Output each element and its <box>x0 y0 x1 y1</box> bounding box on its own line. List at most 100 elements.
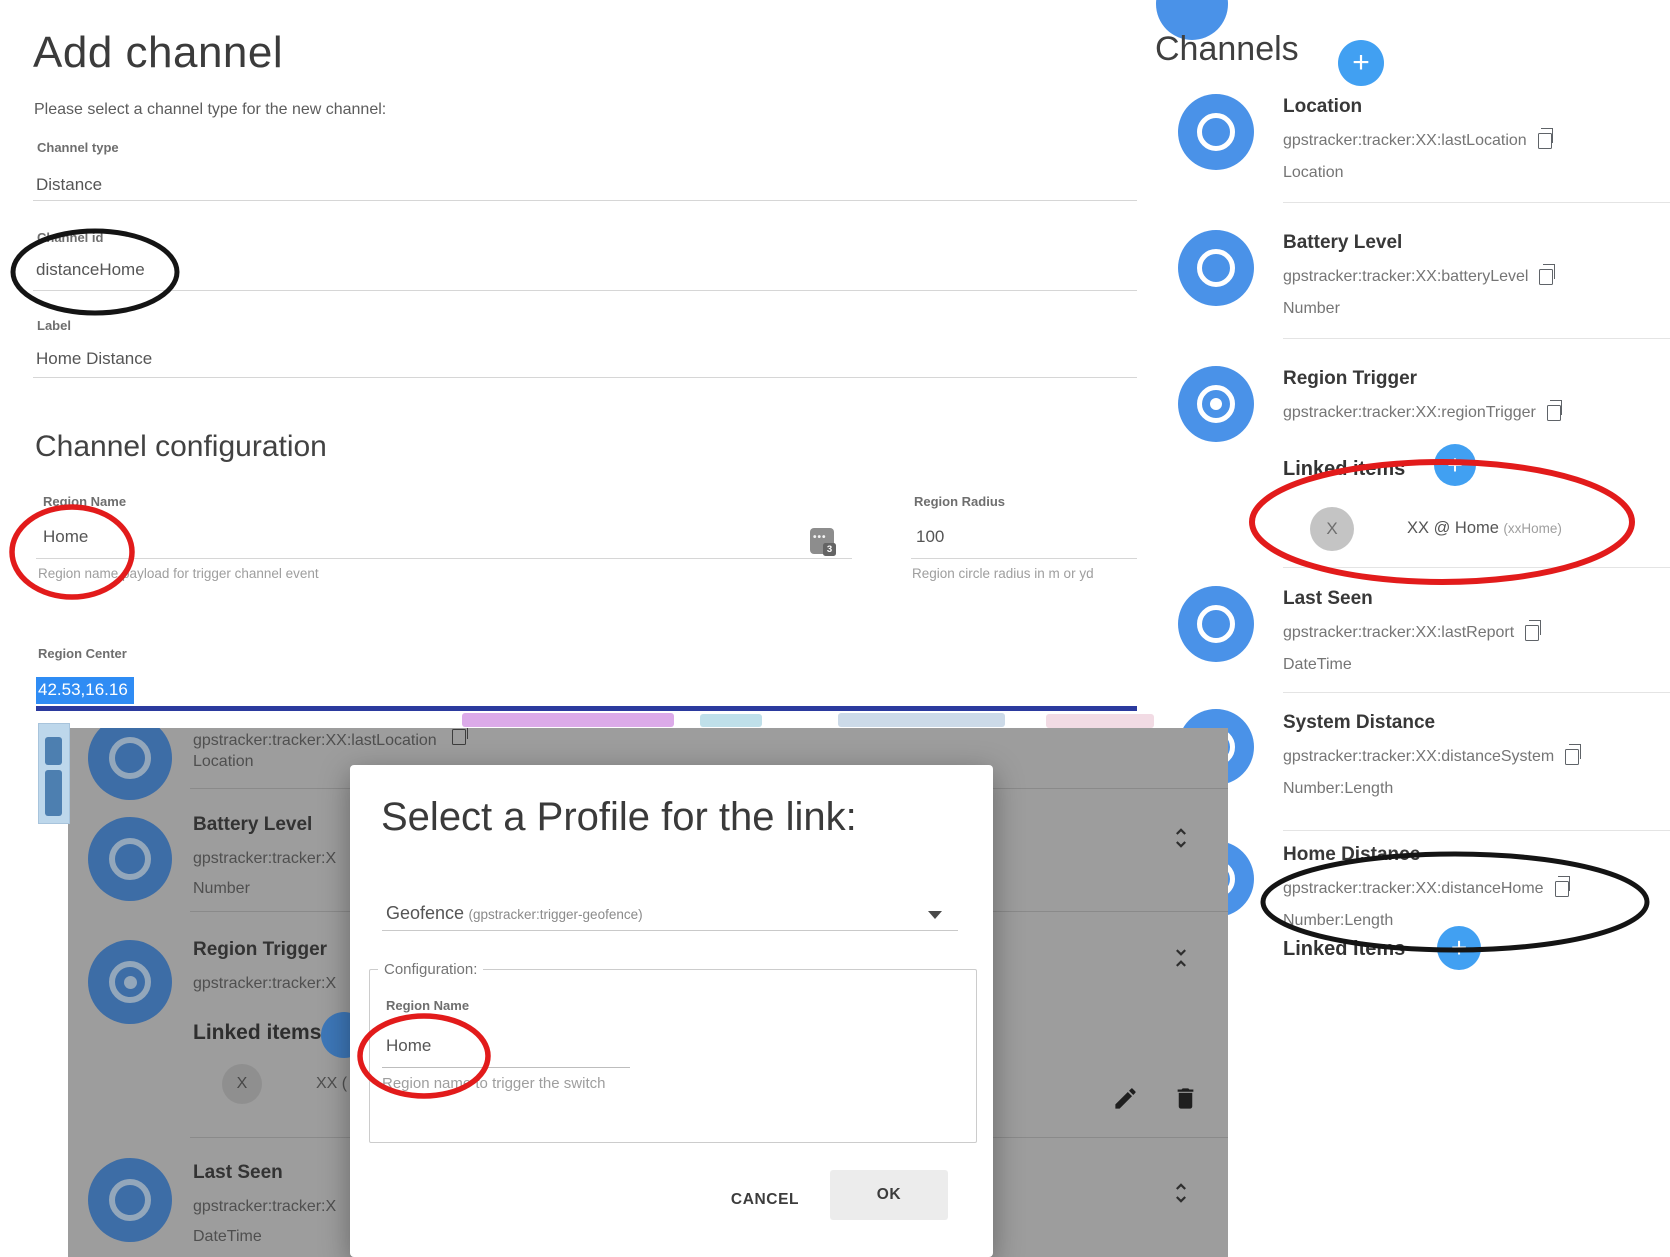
profile-select-detail: (gpstracker:trigger-geofence) <box>469 907 643 922</box>
last-seen-channel-icon <box>1178 586 1254 662</box>
region-radius-input[interactable]: 100 <box>916 527 944 547</box>
map-water-smudge <box>700 714 762 727</box>
channel-uid-text: gpstracker:tracker:XX:lastReport <box>1283 624 1514 642</box>
channel-type-underline <box>33 200 1137 201</box>
channel-title-dim: Region Trigger <box>193 939 327 961</box>
copy-icon[interactable] <box>1565 749 1579 765</box>
map-label-smudge <box>462 713 674 727</box>
linked-item-avatar-dim: X <box>222 1064 262 1104</box>
channel-title: Battery Level <box>1283 232 1402 254</box>
linked-item-label-dim: XX ( <box>316 1075 347 1093</box>
copy-icon[interactable] <box>1555 881 1569 897</box>
channel-uid-text: gpstracker:tracker:XX:batteryLevel <box>1283 268 1528 286</box>
linked-items-heading: Linked items <box>1283 458 1405 481</box>
channel-type-text-dim: Number <box>193 880 250 898</box>
region-name-helper: Region name payload for trigger channel … <box>38 566 319 581</box>
channel-title: Home Distance <box>1283 844 1420 866</box>
region-center-input[interactable]: 42.53,16.16 <box>36 677 134 704</box>
sidebar-title: Channels <box>1155 30 1299 69</box>
channel-uid-dim: gpstracker:tracker:XX:lastLocation <box>193 729 466 750</box>
add-channel-button[interactable]: + <box>1338 40 1384 86</box>
region-trigger-channel-icon-dim <box>88 940 172 1024</box>
channel-uid-dim: gpstracker:tracker:X <box>193 850 336 868</box>
app-root: { "form": { "title": "Add channel", "sub… <box>0 0 1670 1257</box>
divider <box>1283 830 1670 831</box>
region-name-underline <box>36 558 852 559</box>
channel-title: Location <box>1283 96 1362 118</box>
channel-uid: gpstracker:tracker:XX:regionTrigger <box>1283 404 1561 422</box>
profile-select-value: Geofence <box>386 903 464 923</box>
autofill-badge: 3 <box>823 543 836 556</box>
map-area-smudge <box>838 713 1005 727</box>
map-zoom-control[interactable] <box>38 723 70 824</box>
region-name-input[interactable]: Home <box>43 527 88 547</box>
reorder-unfold-more-icon <box>1168 825 1194 851</box>
label-field-input[interactable]: Home Distance <box>36 349 152 369</box>
copy-icon[interactable] <box>1547 405 1561 421</box>
autofill-dots: ••• <box>813 532 827 543</box>
channel-type-text: DateTime <box>1283 656 1352 674</box>
linked-item-label[interactable]: XX @ Home (xxHome) <box>1407 519 1562 538</box>
ok-button[interactable]: OK <box>830 1170 948 1220</box>
channel-uid-text: gpstracker:tracker:XX:distanceHome <box>1283 880 1544 898</box>
dialog-region-name-input[interactable]: Home <box>386 1036 431 1056</box>
channel-type-text: Number:Length <box>1283 780 1393 798</box>
divider <box>1283 338 1670 339</box>
channel-uid: gpstracker:tracker:XX:distanceSystem <box>1283 748 1579 766</box>
config-heading: Channel configuration <box>35 430 327 464</box>
linked-items-heading-dim: Linked items <box>193 1021 321 1045</box>
dialog-title: Select a Profile for the link: <box>381 795 857 840</box>
region-center-label: Region Center <box>38 646 127 661</box>
channel-uid-dim: gpstracker:tracker:X <box>193 975 336 993</box>
last-seen-channel-icon-dim <box>88 1158 172 1242</box>
channel-type-text-dim: Location <box>193 753 254 771</box>
channel-id-label: Channel id <box>37 230 103 245</box>
linked-item-avatar: X <box>1310 507 1354 551</box>
delete-icon <box>1172 1085 1199 1112</box>
copy-icon[interactable] <box>1539 269 1553 285</box>
region-name-label: Region Name <box>43 494 126 509</box>
map-zoom-out-button[interactable] <box>45 770 62 816</box>
channel-uid-text: gpstracker:tracker:XX:lastLocation <box>193 732 437 749</box>
divider <box>1283 567 1670 568</box>
channel-id-input[interactable]: distanceHome <box>36 260 145 280</box>
linked-item-name: XX @ Home <box>1407 519 1499 537</box>
divider <box>1283 692 1670 693</box>
channel-title: Last Seen <box>1283 588 1373 610</box>
chevron-down-icon[interactable] <box>928 911 942 919</box>
configuration-legend: Configuration: <box>378 961 483 978</box>
channel-id-underline <box>33 290 1137 291</box>
region-radius-label: Region Radius <box>914 494 1005 509</box>
profile-select[interactable]: Geofence (gpstracker:trigger-geofence) <box>386 903 643 924</box>
dialog-region-name-underline <box>382 1067 630 1068</box>
edit-icon <box>1112 1085 1139 1112</box>
divider <box>1283 202 1670 203</box>
autofill-extension-icon[interactable]: ••• 3 <box>810 528 834 554</box>
channel-type-label: Channel type <box>37 140 119 155</box>
channel-type-value[interactable]: Distance <box>36 175 102 195</box>
channel-uid: gpstracker:tracker:XX:distanceHome <box>1283 880 1569 898</box>
profile-select-underline <box>382 930 958 931</box>
add-linked-item-button[interactable]: + <box>1437 926 1481 970</box>
add-linked-item-button[interactable]: + <box>1434 444 1476 486</box>
battery-channel-icon-dim <box>88 817 172 901</box>
label-underline <box>33 377 1137 378</box>
channel-title-dim: Battery Level <box>193 814 312 836</box>
copy-icon[interactable] <box>1525 625 1539 641</box>
channel-type-text: Number:Length <box>1283 912 1393 930</box>
channel-uid: gpstracker:tracker:XX:lastReport <box>1283 624 1539 642</box>
copy-icon <box>452 729 466 745</box>
copy-icon[interactable] <box>1538 133 1552 149</box>
channel-uid-text: gpstracker:tracker:XX:distanceSystem <box>1283 748 1554 766</box>
channel-uid-text: gpstracker:tracker:XX:lastLocation <box>1283 132 1527 150</box>
channel-type-text: Location <box>1283 164 1344 182</box>
page-subtitle: Please select a channel type for the new… <box>34 101 386 119</box>
region-center-focus-underline <box>36 706 1137 711</box>
cancel-button[interactable]: CANCEL <box>695 1180 835 1220</box>
map-zoom-in-button[interactable] <box>45 737 62 765</box>
channel-uid: gpstracker:tracker:XX:lastLocation <box>1283 132 1552 150</box>
linked-item-id: (xxHome) <box>1503 521 1562 536</box>
page-title: Add channel <box>33 28 283 78</box>
channel-title-dim: Last Seen <box>193 1162 283 1184</box>
channel-type-text-dim: DateTime <box>193 1228 262 1246</box>
